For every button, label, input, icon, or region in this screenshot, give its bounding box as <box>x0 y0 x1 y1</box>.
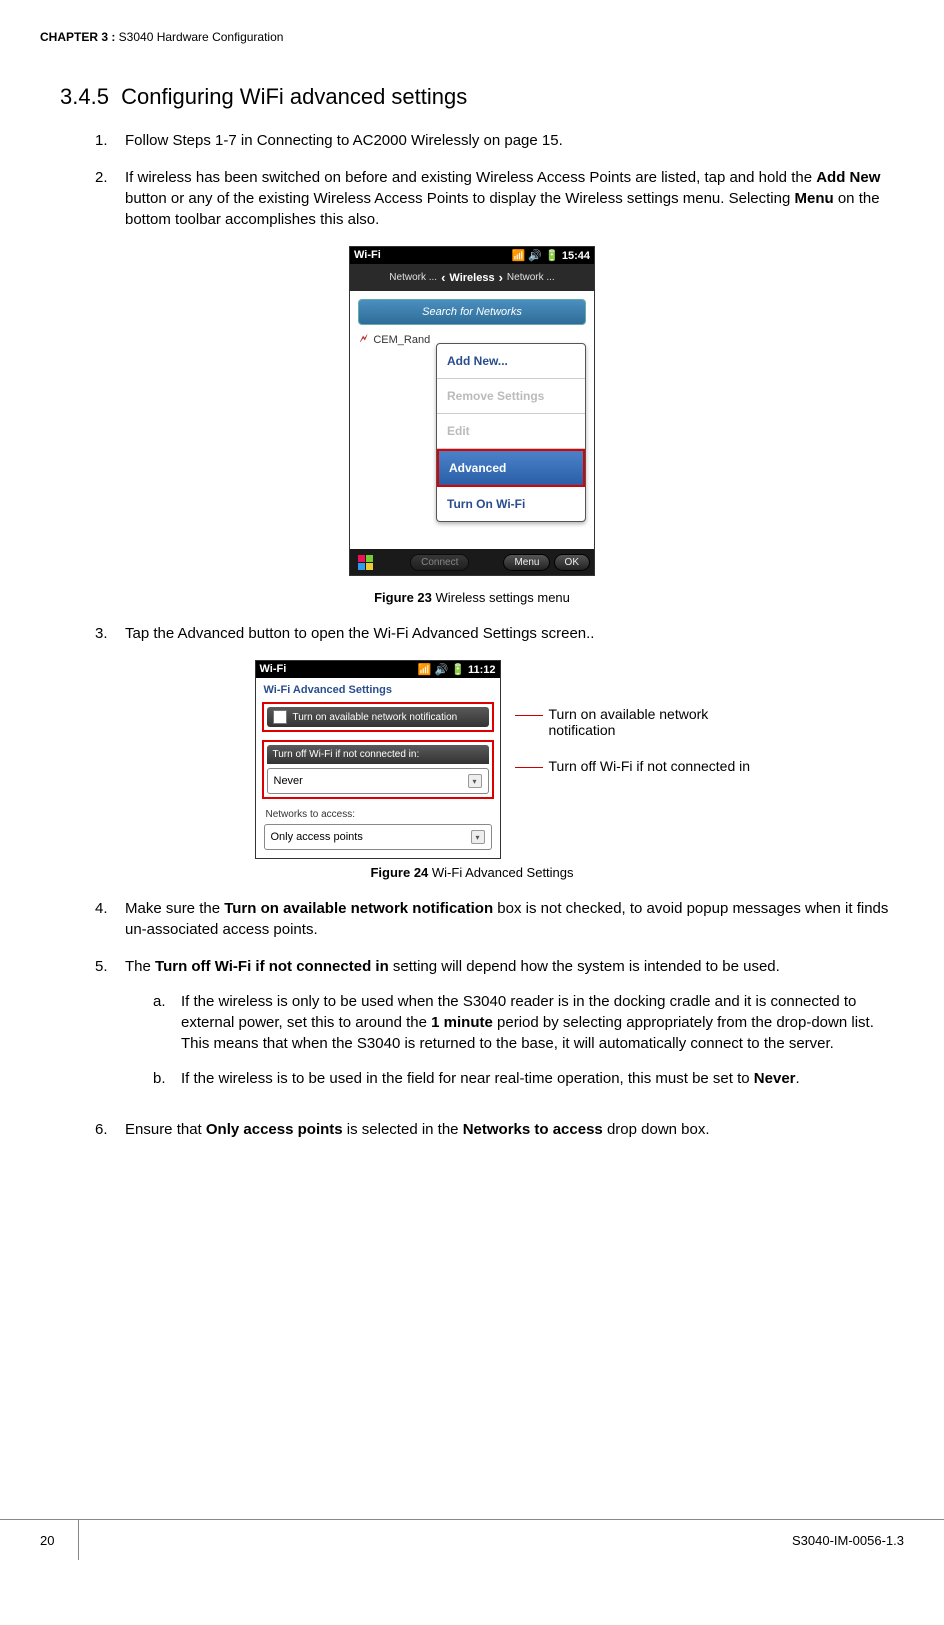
highlight-box-notify: Turn on available network notification <box>262 702 494 732</box>
chevron-down-icon: ▾ <box>471 830 485 844</box>
chevron-right-icon: › <box>499 270 503 285</box>
bottom-toolbar: Connect Menu OK <box>350 549 594 575</box>
step-text: Follow Steps 1-7 in Connecting to AC2000… <box>125 130 904 151</box>
ap-name: CEM_Rand <box>373 334 430 346</box>
device-mock-fig24: Wi-Fi 📶 🔊 🔋 11:12 Wi-Fi Advanced Setting… <box>255 660 501 859</box>
step-number: 3. <box>95 623 125 644</box>
status-title: Wi-Fi <box>354 249 381 262</box>
turnoff-label: Turn off Wi-Fi if not connected in: <box>267 745 489 764</box>
device-mock-fig23: Wi-Fi 📶 🔊 🔋 15:44 Network ... ‹ Wireless… <box>349 246 595 576</box>
ok-button[interactable]: OK <box>554 554 590 571</box>
screen-title: Wi-Fi Advanced Settings <box>256 678 500 700</box>
step-5a: a. If the wireless is only to be used wh… <box>153 991 904 1054</box>
step-5: 5. The Turn off Wi-Fi if not connected i… <box>95 956 904 1103</box>
highlight-box-turnoff: Turn off Wi-Fi if not connected in: Neve… <box>262 740 494 799</box>
step-2: 2. If wireless has been switched on befo… <box>95 167 904 230</box>
chapter-title: S3040 Hardware Configuration <box>115 30 283 44</box>
running-header: CHAPTER 3 : S3040 Hardware Configuration <box>40 30 904 44</box>
menu-item-add-new[interactable]: Add New... <box>437 344 585 379</box>
status-bar: Wi-Fi 📶 🔊 🔋 15:44 <box>350 247 594 264</box>
turnoff-dropdown[interactable]: Never ▾ <box>267 768 489 794</box>
figure-24-caption: Figure 24 Wi-Fi Advanced Settings <box>40 865 904 880</box>
figure-24: Wi-Fi 📶 🔊 🔋 11:12 Wi-Fi Advanced Setting… <box>40 660 904 859</box>
step-text: Ensure that Only access points is select… <box>125 1119 904 1140</box>
callout-line <box>515 767 543 768</box>
section-title-text: Configuring WiFi advanced settings <box>121 84 467 109</box>
section-heading: 3.4.5 Configuring WiFi advanced settings <box>60 84 904 110</box>
page-number: 20 <box>40 1520 79 1560</box>
sub-letter: b. <box>153 1068 181 1089</box>
status-right: 📶 🔊 🔋 11:12 <box>418 663 496 676</box>
menu-item-remove-settings: Remove Settings <box>437 379 585 414</box>
notify-checkbox[interactable] <box>273 710 287 724</box>
notify-label: Turn on available network notification <box>293 712 458 723</box>
step-text: The Turn off Wi-Fi if not connected in s… <box>125 956 904 1103</box>
step-number: 5. <box>95 956 125 1103</box>
annotation-notify: Turn on available network notification <box>515 706 759 738</box>
nav-left: Network ... <box>389 272 437 283</box>
status-right: 📶 🔊 🔋 15:44 <box>512 249 590 262</box>
turnoff-value: Never <box>274 775 303 787</box>
figure-caption-text: Wi-Fi Advanced Settings <box>428 865 573 880</box>
networks-value: Only access points <box>271 831 363 843</box>
step-3: 3. Tap the Advanced button to open the W… <box>95 623 904 644</box>
step-number: 6. <box>95 1119 125 1140</box>
figure-label: Figure 23 <box>374 590 432 605</box>
networks-dropdown[interactable]: Only access points ▾ <box>264 824 492 850</box>
step-text: Tap the Advanced button to open the Wi-F… <box>125 623 904 644</box>
annotations: Turn on available network notification T… <box>515 660 759 859</box>
step-5b: b. If the wireless is to be used in the … <box>153 1068 904 1089</box>
connect-button: Connect <box>410 554 469 571</box>
annotation-text: Turn on available network notification <box>549 706 759 738</box>
notify-option-row[interactable]: Turn on available network notification <box>267 707 489 727</box>
search-networks-button[interactable]: Search for Networks <box>358 299 586 325</box>
callout-line <box>515 715 543 716</box>
doc-id: S3040-IM-0056-1.3 <box>792 1533 904 1548</box>
figure-caption-text: Wireless settings menu <box>432 590 570 605</box>
menu-button[interactable]: Menu <box>503 554 550 571</box>
chevron-left-icon: ‹ <box>441 270 445 285</box>
step-text: If wireless has been switched on before … <box>125 167 904 230</box>
sub-letter: a. <box>153 991 181 1054</box>
device-body: Search for Networks 🗲 CEM_Rand Add New..… <box>350 299 594 549</box>
nav-right: Network ... <box>507 272 555 283</box>
step-text: Make sure the Turn on available network … <box>125 898 904 940</box>
step-number: 4. <box>95 898 125 940</box>
chevron-down-icon: ▾ <box>468 774 482 788</box>
status-title: Wi-Fi <box>260 663 287 676</box>
menu-item-edit: Edit <box>437 414 585 449</box>
signal-icon: 🗲 <box>360 333 367 346</box>
nav-bar: Network ... ‹ Wireless › Network ... <box>350 264 594 291</box>
step-number: 1. <box>95 130 125 151</box>
context-menu: Add New... Remove Settings Edit Advanced… <box>436 343 586 522</box>
figure-23: Wi-Fi 📶 🔊 🔋 15:44 Network ... ‹ Wireless… <box>40 246 904 576</box>
step-4: 4. Make sure the Turn on available netwo… <box>95 898 904 940</box>
figure-label: Figure 24 <box>370 865 428 880</box>
step-6: 6. Ensure that Only access points is sel… <box>95 1119 904 1140</box>
step-number: 2. <box>95 167 125 230</box>
figure-23-caption: Figure 23 Wireless settings menu <box>40 590 904 605</box>
chapter-label: CHAPTER 3 : <box>40 30 115 44</box>
networks-label: Networks to access: <box>256 807 500 824</box>
nav-center: Wireless <box>449 272 494 284</box>
menu-item-turn-on-wifi[interactable]: Turn On Wi-Fi <box>437 487 585 521</box>
annotation-text: Turn off Wi-Fi if not connected in <box>549 758 751 774</box>
windows-start-icon[interactable] <box>354 553 376 571</box>
page-footer: 20 S3040-IM-0056-1.3 <box>0 1519 944 1560</box>
menu-item-advanced[interactable]: Advanced <box>437 449 585 487</box>
annotation-turnoff: Turn off Wi-Fi if not connected in <box>515 758 759 774</box>
step-1: 1. Follow Steps 1-7 in Connecting to AC2… <box>95 130 904 151</box>
status-bar: Wi-Fi 📶 🔊 🔋 11:12 <box>256 661 500 678</box>
section-number: 3.4.5 <box>60 84 109 109</box>
